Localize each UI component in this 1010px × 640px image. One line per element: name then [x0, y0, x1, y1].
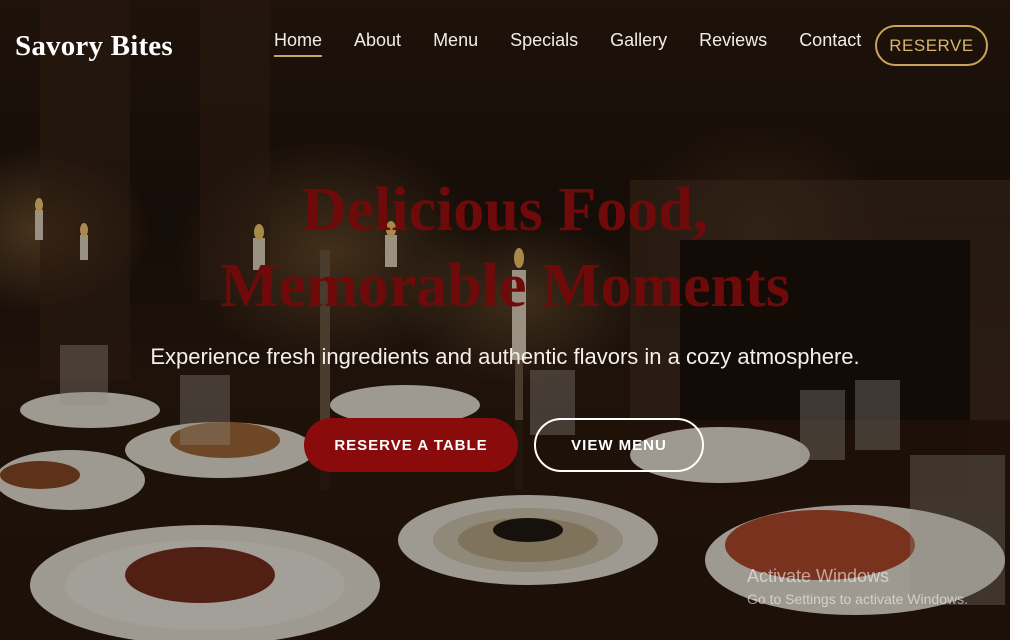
hero-subtitle: Experience fresh ingredients and authent…: [150, 344, 860, 369]
nav-links: Home About Menu Specials Gallery Reviews…: [274, 30, 861, 57]
watermark-subtitle: Go to Settings to activate Windows.: [747, 591, 968, 607]
hero-title-line-2: Memorable Moments: [220, 252, 790, 320]
nav-link-gallery[interactable]: Gallery: [610, 30, 667, 57]
view-menu-button[interactable]: VIEW MENU: [534, 418, 704, 472]
brand-logo[interactable]: Savory Bites: [15, 30, 173, 63]
reserve-nav-button[interactable]: RESERVE: [875, 25, 988, 66]
hero-title: Delicious Food, Memorable Moments: [0, 172, 1010, 324]
nav-link-specials[interactable]: Specials: [510, 30, 578, 57]
nav-link-about[interactable]: About: [354, 30, 401, 57]
watermark-title: Activate Windows: [747, 566, 890, 586]
reserve-table-button[interactable]: RESERVE A TABLE: [304, 418, 518, 472]
nav-link-contact[interactable]: Contact: [799, 30, 861, 57]
nav-link-home[interactable]: Home: [274, 30, 323, 57]
windows-activation-watermark: Activate Windows Go to Settings to activ…: [747, 565, 968, 609]
nav-link-menu[interactable]: Menu: [433, 30, 478, 57]
hero-title-line-1: Delicious Food,: [301, 176, 709, 244]
nav-link-reviews[interactable]: Reviews: [699, 30, 767, 57]
navbar: Savory Bites Home About Menu Specials Ga…: [0, 0, 1010, 95]
